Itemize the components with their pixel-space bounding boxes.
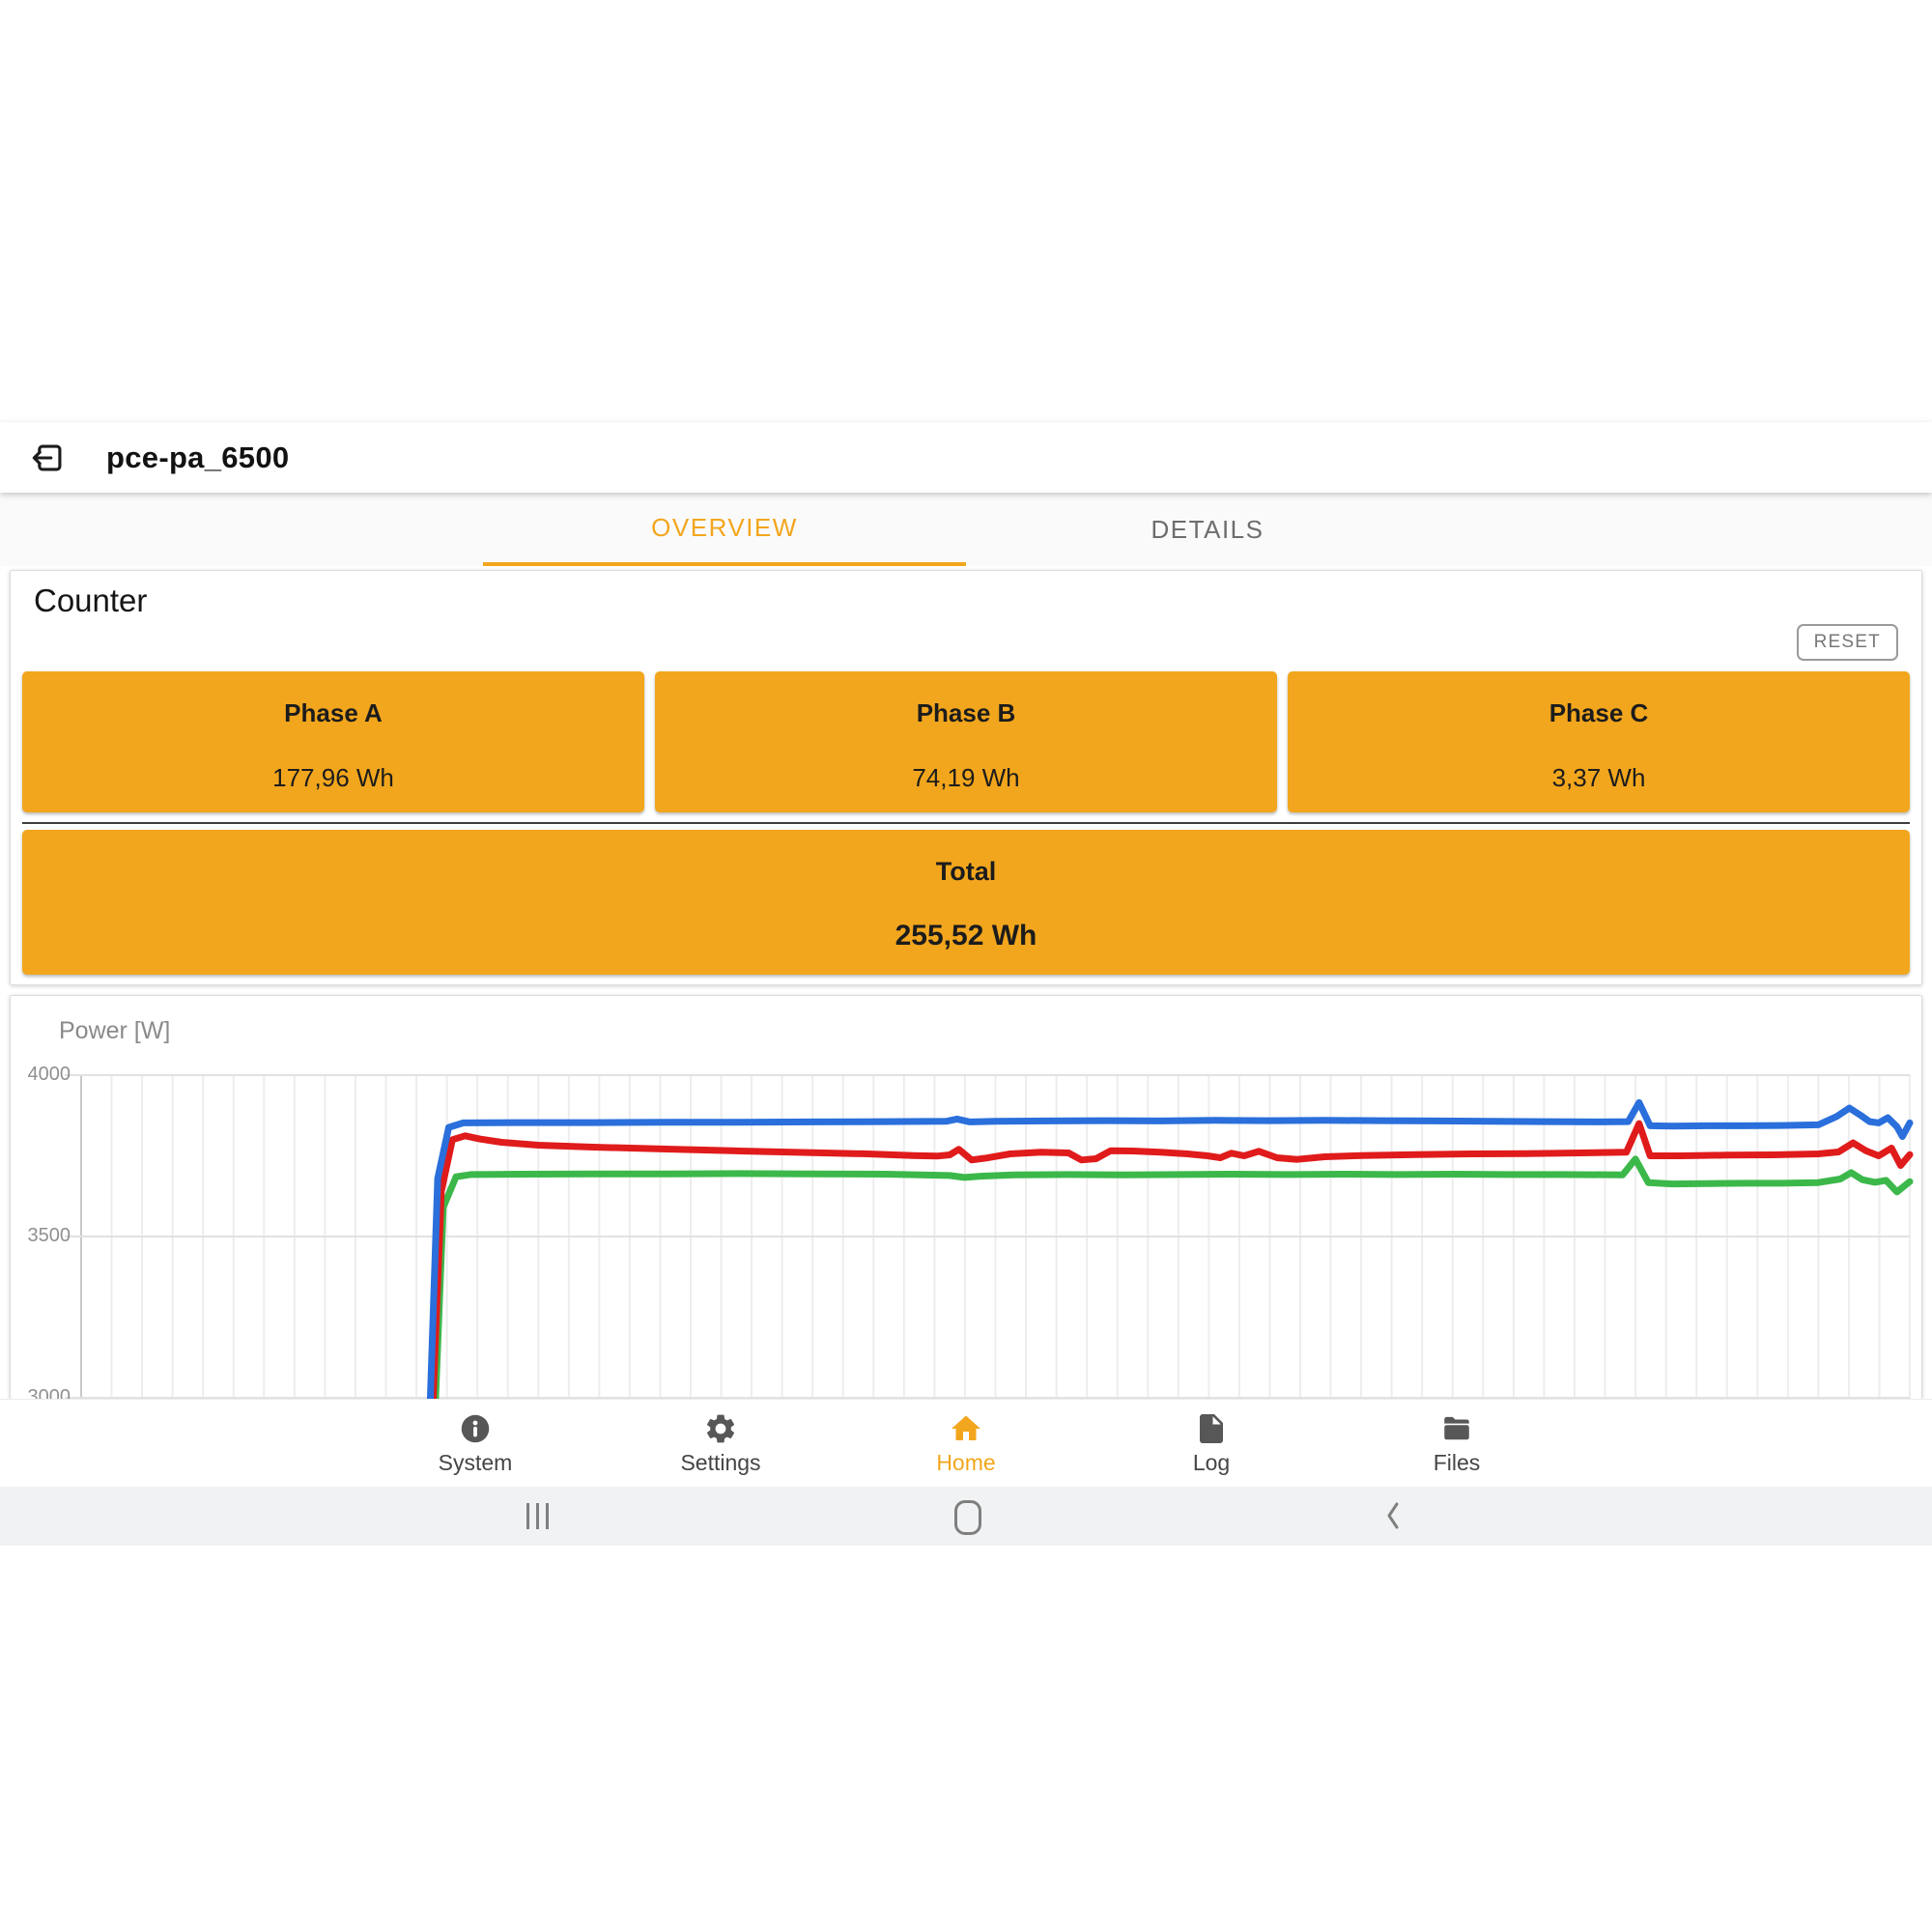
recents-icon[interactable] xyxy=(526,1503,549,1529)
nav-item-settings[interactable]: Settings xyxy=(598,1400,843,1487)
phase-row: Phase A 177,96 Wh Phase B 74,19 Wh Phase… xyxy=(22,671,1910,812)
y-axis-tick-label: 4000 xyxy=(14,1064,71,1086)
phase-a-value: 177,96 Wh xyxy=(22,763,644,793)
power-chart xyxy=(11,996,1921,1399)
home-icon xyxy=(949,1411,983,1446)
nav-label-log: Log xyxy=(1193,1450,1230,1476)
y-axis-tick-label: 3000 xyxy=(14,1386,71,1399)
total-label: Total xyxy=(22,857,1910,887)
back-icon[interactable] xyxy=(1383,1499,1403,1532)
logout-icon[interactable] xyxy=(27,437,70,479)
phase-c-box: Phase C 3,37 Wh xyxy=(1288,671,1910,812)
power-chart-card: Power [W] 4000 3500 3000 xyxy=(10,995,1922,1399)
document-icon xyxy=(1194,1411,1229,1446)
total-value: 255,52 Wh xyxy=(22,920,1910,952)
nav-item-system[interactable]: System xyxy=(353,1400,598,1487)
power-green-line xyxy=(433,1159,1911,1399)
tab-overview[interactable]: OVERVIEW xyxy=(483,493,966,566)
phase-b-label: Phase B xyxy=(655,698,1277,728)
chart-title: Power [W] xyxy=(59,1017,170,1045)
counter-card: Counter RESET Phase A 177,96 Wh Phase B … xyxy=(10,570,1922,985)
page-title: pce-pa_6500 xyxy=(106,440,289,475)
phase-a-box: Phase A 177,96 Wh xyxy=(22,671,644,812)
gear-icon xyxy=(703,1411,738,1446)
total-box: Total 255,52 Wh xyxy=(22,830,1910,975)
nav-label-settings: Settings xyxy=(680,1450,760,1476)
nav-item-files[interactable]: Files xyxy=(1334,1400,1579,1487)
tab-details[interactable]: DETAILS xyxy=(966,493,1449,566)
app-bar: pce-pa_6500 xyxy=(0,422,1932,493)
power-red-line xyxy=(431,1123,1910,1399)
reset-button[interactable]: RESET xyxy=(1797,624,1898,661)
phase-b-value: 74,19 Wh xyxy=(655,763,1277,793)
nav-label-files: Files xyxy=(1434,1450,1481,1476)
y-axis-tick-label: 3500 xyxy=(14,1225,71,1247)
android-system-bar xyxy=(0,1487,1932,1546)
phase-a-label: Phase A xyxy=(22,698,644,728)
phase-c-value: 3,37 Wh xyxy=(1288,763,1910,793)
nav-label-home: Home xyxy=(936,1450,995,1476)
nav-item-home[interactable]: Home xyxy=(843,1400,1089,1487)
info-icon xyxy=(458,1411,493,1446)
android-home-icon[interactable] xyxy=(954,1500,981,1535)
phase-c-label: Phase C xyxy=(1288,698,1910,728)
divider xyxy=(22,822,1910,824)
nav-item-log[interactable]: Log xyxy=(1089,1400,1334,1487)
folder-icon xyxy=(1439,1411,1474,1446)
phase-b-box: Phase B 74,19 Wh xyxy=(655,671,1277,812)
tab-bar: OVERVIEW DETAILS xyxy=(0,493,1932,566)
counter-title: Counter xyxy=(34,582,147,619)
nav-label-system: System xyxy=(439,1450,513,1476)
bottom-navigation: System Settings Home Log Files xyxy=(0,1399,1932,1487)
